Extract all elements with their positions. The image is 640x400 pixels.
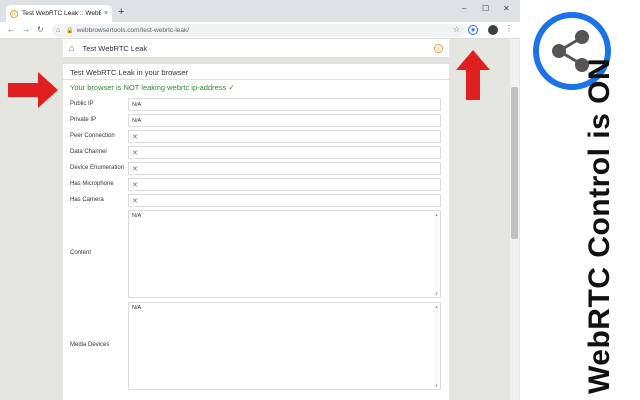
browser-tab[interactable]: ◎ Test WebRTC Leak :: WebBrowser × [6, 5, 112, 22]
media-devices-value: N/A [132, 305, 142, 311]
minimize-button[interactable]: – [462, 4, 466, 13]
data-channel-value[interactable]: ✕ [128, 146, 441, 159]
device-enumeration-value[interactable]: ✕ [128, 162, 441, 175]
menu-kebab-icon[interactable]: ⋮ [505, 24, 513, 33]
public-ip-value[interactable]: N/A [128, 98, 441, 111]
promo-headline: WebRTC Control is ON [583, 57, 616, 394]
bookmark-star-icon[interactable]: ☆ [453, 25, 460, 34]
site-logo-icon[interactable]: ◎ [434, 44, 443, 53]
site-header-title: Test WebRTC Leak [82, 43, 148, 53]
leak-status: Your browser is NOT leaking webrtc ip-ad… [70, 83, 235, 92]
media-devices-label: Media Devices [70, 342, 110, 348]
red-arrow-right-icon [8, 72, 58, 108]
forward-icon[interactable]: → [22, 25, 30, 35]
media-devices-textarea[interactable]: N/A ▲ ▼ [128, 302, 441, 390]
back-icon[interactable]: ← [7, 25, 15, 35]
site-home-icon[interactable]: ⌂ [69, 43, 74, 53]
has-camera-label: Has Camera [70, 197, 104, 203]
data-channel-label: Data Channel [70, 149, 107, 155]
browser-window: ◎ Test WebRTC Leak :: WebBrowser × + – ☐… [0, 0, 520, 400]
red-arrow-up-icon [456, 50, 490, 100]
page-scrollbar-thumb[interactable] [511, 87, 518, 239]
new-tab-button[interactable]: + [118, 6, 124, 18]
tab-title: Test WebRTC Leak :: WebBrowser [22, 10, 101, 17]
peer-connection-value[interactable]: ✕ [128, 130, 441, 143]
browser-toolbar: ← → ↻ ⌂ 🔒 webbrowsertools.com/test-webrt… [0, 22, 520, 39]
peer-connection-label: Peer Connection [70, 133, 115, 139]
card-title: Test WebRTC Leak in your browser [70, 68, 189, 77]
has-microphone-value[interactable]: ✕ [128, 178, 441, 191]
webrtc-favicon-icon: ◎ [10, 9, 18, 18]
tab-close-icon[interactable]: × [104, 10, 108, 17]
maximize-button[interactable]: ☐ [482, 4, 489, 13]
private-ip-value[interactable]: N/A [128, 114, 441, 127]
content-label: Content [70, 250, 92, 256]
has-camera-value[interactable]: ✕ [128, 194, 441, 207]
content-value: N/A [132, 213, 142, 219]
url-text: webbrowsertools.com/test-webrtc-leak/ [76, 27, 190, 34]
card-divider [63, 79, 449, 80]
content-textarea[interactable]: N/A ▲ ▼ [128, 210, 441, 298]
public-ip-label: Public IP [70, 101, 94, 107]
scroll-up-icon[interactable]: ▲ [434, 304, 439, 309]
scroll-up-icon[interactable]: ▲ [434, 212, 439, 217]
close-window-button[interactable]: ✕ [503, 4, 510, 13]
home-icon[interactable]: ⌂ [56, 27, 60, 34]
page-scrollbar[interactable] [510, 39, 519, 400]
content-scrollbar[interactable]: ▲ ▼ [434, 212, 439, 296]
reload-icon[interactable]: ↻ [37, 25, 44, 35]
private-ip-label: Private IP [70, 117, 97, 123]
has-microphone-label: Has Microphone [70, 181, 114, 187]
site-header: ⌂ Test WebRTC Leak ◎ [63, 39, 449, 58]
device-enumeration-label: Device Enumeration [70, 165, 125, 171]
tab-strip: ◎ Test WebRTC Leak :: WebBrowser × + – ☐… [0, 0, 520, 22]
lock-icon: 🔒 [66, 28, 74, 34]
page-viewport: ⌂ Test WebRTC Leak ◎ Test WebRTC Leak in… [0, 39, 520, 400]
scroll-down-icon[interactable]: ▼ [434, 291, 439, 296]
scroll-down-icon[interactable]: ▼ [434, 383, 439, 388]
test-card: Test WebRTC Leak in your browser Your br… [63, 63, 449, 400]
profile-avatar-icon[interactable] [488, 25, 498, 35]
media-devices-scrollbar[interactable]: ▲ ▼ [434, 304, 439, 388]
webrtc-extension-icon[interactable]: ◉ [468, 25, 478, 35]
address-bar[interactable]: ⌂ 🔒 webbrowsertools.com/test-webrtc-leak… [52, 24, 466, 37]
